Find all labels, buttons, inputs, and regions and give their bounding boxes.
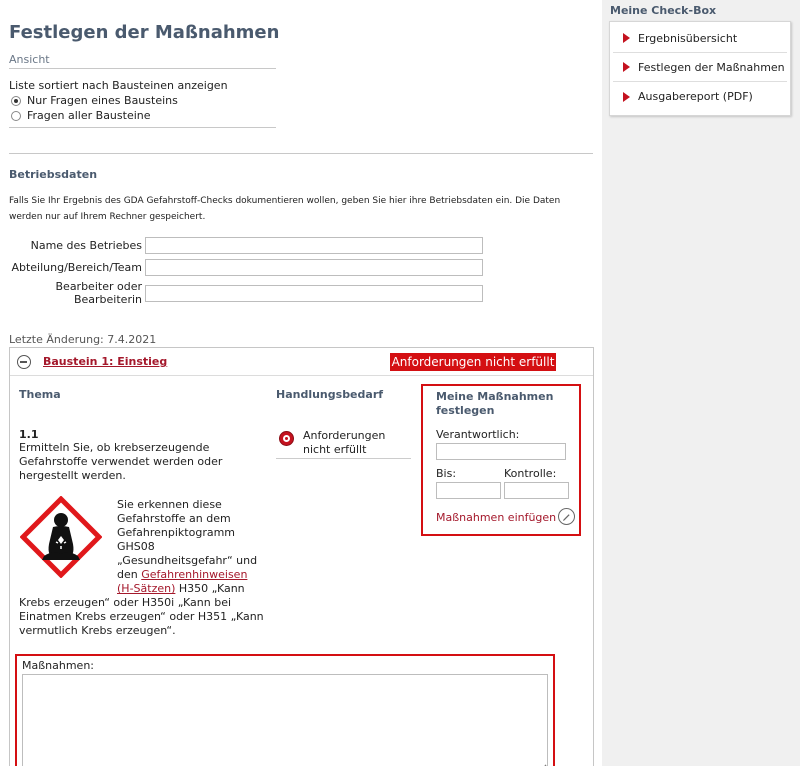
check-box-title: Meine Check-Box xyxy=(610,4,717,17)
menu-item-label: Ausgabereport (PDF) xyxy=(638,90,753,103)
radio-unselected-icon[interactable] xyxy=(11,110,21,121)
field-label: Name des Betriebes xyxy=(30,239,142,252)
massnahmen-textarea[interactable] xyxy=(22,674,548,766)
massnahmen-einfuegen-link[interactable]: Maßnahmen einfügen xyxy=(436,511,556,524)
field-label: Abteilung/Bereich/Team xyxy=(11,261,142,274)
verantwortlich-label: Verantwortlich: xyxy=(436,428,520,441)
kontrolle-label: Kontrolle: xyxy=(504,467,557,480)
check-box-panel: Meine Check-Box Ergebnisübersicht Festle… xyxy=(609,4,799,116)
form-row-name: Name des Betriebes xyxy=(0,237,483,254)
divider xyxy=(9,127,276,128)
betriebsdaten-title: Betriebsdaten xyxy=(9,168,98,181)
question-text: Ermitteln Sie, ob krebserzeugende Gefahr… xyxy=(19,441,223,482)
menu-item-ergebnisuebersicht[interactable]: Ergebnisübersicht xyxy=(613,24,787,53)
bearbeiter-input[interactable] xyxy=(145,284,483,302)
pencil-icon[interactable] xyxy=(558,508,575,525)
ansicht-heading: Ansicht xyxy=(9,53,276,69)
bis-label: Bis: xyxy=(436,467,457,480)
menu-item-label: Festlegen der Maßnahmen xyxy=(638,60,785,74)
bis-input[interactable] xyxy=(436,482,501,499)
baustein-header: Baustein 1: Einstieg Anforderungen nicht… xyxy=(10,348,593,376)
massnahmen-label: Maßnahmen: xyxy=(22,659,95,672)
arrow-right-icon xyxy=(623,62,630,72)
arrow-right-icon xyxy=(623,91,630,102)
baustein-panel: Baustein 1: Einstieg Anforderungen nicht… xyxy=(9,347,594,766)
arrow-right-icon xyxy=(623,33,630,43)
check-box-menu: Ergebnisübersicht Festlegen der Maßnahme… xyxy=(609,21,791,116)
massnahmen-section: Maßnahmen: xyxy=(15,654,555,766)
baustein-title-link[interactable]: Baustein 1: Einstieg xyxy=(43,355,167,368)
collapse-minus-icon[interactable] xyxy=(17,355,31,369)
radio-selected-icon[interactable] xyxy=(11,95,21,106)
betriebsdaten-info: Falls Sie Ihr Ergebnis des GDA Gefahrsto… xyxy=(9,196,561,222)
sort-label: Liste sortiert nach Bausteinen anzeigen xyxy=(9,79,228,92)
verantwortlich-input[interactable] xyxy=(436,443,566,460)
column-header-handlungsbedarf: Handlungsbedarf xyxy=(276,388,384,401)
kontrolle-input[interactable] xyxy=(504,482,569,499)
abteilung-input[interactable] xyxy=(145,259,483,276)
question-number: 1.1 xyxy=(19,428,39,441)
main-content: Festlegen der Maßnahmen Ansicht Liste so… xyxy=(0,0,602,766)
hazard-description-cont: Krebs erzeugen“ oder H350i „Kann bei Ein… xyxy=(19,596,264,637)
status-badge: Anforderungen nicht erfüllt xyxy=(390,353,556,371)
handlungsbedarf-radio[interactable] xyxy=(279,431,294,446)
menu-item-ausgabereport[interactable]: Ausgabereport (PDF) xyxy=(613,82,787,111)
hazard-text: H350 „Kann xyxy=(175,582,245,595)
radio-single-baustein[interactable]: Nur Fragen eines Bausteins xyxy=(11,94,178,107)
hazard-description: Sie erkennen diese Gefahrstoffe an dem G… xyxy=(117,498,267,596)
form-row-bearbeiter: Bearbeiter oder Bearbeiterin xyxy=(0,280,483,306)
handlungsbedarf-value: Anforderungen nicht erfüllt xyxy=(303,429,386,456)
betrieb-name-input[interactable] xyxy=(145,237,483,254)
page-title: Festlegen der Maßnahmen xyxy=(9,22,280,43)
form-row-abteilung: Abteilung/Bereich/Team xyxy=(0,259,483,276)
radio-all-bausteine[interactable]: Fragen aller Bausteine xyxy=(11,109,151,122)
divider xyxy=(276,458,411,459)
field-label: Bearbeiter oder Bearbeiterin xyxy=(55,280,143,306)
column-header-thema: Thema xyxy=(19,388,61,401)
menu-item-label: Ergebnisübersicht xyxy=(638,31,738,45)
last-change-text: Letzte Änderung: 7.4.2021 xyxy=(9,333,157,346)
ghs08-health-hazard-icon xyxy=(20,496,102,578)
meine-massnahmen-box: Meine Maßnahmen festlegen Verantwortlich… xyxy=(421,384,581,536)
divider xyxy=(9,153,593,154)
massnahmen-box-title: Meine Maßnahmen festlegen xyxy=(436,390,554,417)
radio-label: Nur Fragen eines Bausteins xyxy=(27,94,178,107)
radio-label: Fragen aller Bausteine xyxy=(27,109,151,122)
menu-item-festlegen[interactable]: Festlegen der Maßnahmen xyxy=(613,53,787,82)
